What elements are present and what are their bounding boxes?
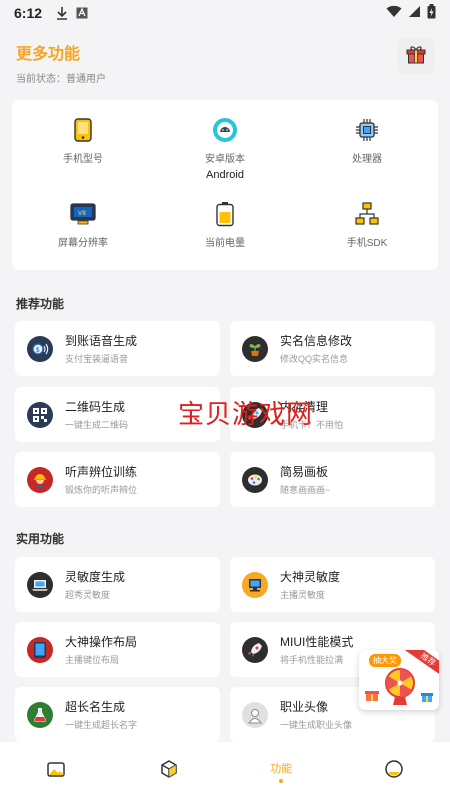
battery-icon	[211, 200, 239, 228]
home-icon	[46, 760, 66, 783]
feature-card-voice[interactable]: $ 到账语音生成 支付宝装逼语音	[15, 321, 220, 376]
device-info-card: 手机型号 安卓版本 Android 处理器 V8 屏幕分辨率 当前电量 手机SD…	[12, 100, 438, 270]
info-battery[interactable]: 当前电量	[154, 200, 296, 253]
feature-card-longname[interactable]: 超长名生成 一键生成超长名字	[15, 687, 220, 742]
sdk-icon	[353, 200, 381, 228]
feature-title: 大神操作布局	[65, 635, 138, 649]
tablet-icon	[27, 636, 53, 663]
prize-wheel-icon	[383, 666, 417, 710]
feature-desc: 一键生成二维码	[65, 420, 129, 430]
palette-icon	[242, 466, 268, 493]
monitor-user-icon	[242, 571, 268, 598]
feature-title: MIUI性能模式	[280, 635, 354, 649]
info-phone-model[interactable]: 手机型号	[12, 116, 154, 169]
feature-card-layout[interactable]: 大神操作布局 主播键位布局	[15, 622, 220, 677]
gift-icon	[405, 43, 427, 70]
feature-desc: 锻炼你的听声辨位	[65, 485, 138, 495]
feature-desc: 修改QQ实名信息	[280, 354, 349, 364]
info-value: Android	[206, 169, 244, 181]
notification-a-icon	[76, 7, 88, 19]
feature-desc: 主播灵敏度	[280, 590, 326, 600]
feature-desc: 支付宝装逼语音	[65, 354, 129, 364]
status-time: 6:12	[14, 5, 43, 21]
monitor-icon: V8	[69, 200, 97, 228]
page-title: 更多功能	[16, 46, 81, 63]
feature-card-hearing[interactable]: 听声辨位训练 锻炼你的听声辨位	[15, 452, 220, 507]
section-title-practical: 实用功能	[16, 532, 65, 546]
feature-title: 超长名生成	[65, 700, 126, 714]
profile-icon	[384, 759, 404, 784]
money-voice-icon: $	[27, 335, 53, 362]
gift-box-small-icon	[421, 690, 433, 708]
feature-desc: 随意画画画~	[280, 485, 331, 495]
status-bar: 6:12	[0, 0, 450, 26]
feature-title: 实名信息修改	[280, 334, 353, 348]
plant-icon	[242, 335, 268, 362]
lucky-draw-float-button[interactable]: 抽大奖 推荐	[359, 650, 439, 710]
bottom-navigation: 功能	[0, 742, 450, 800]
signal-icon	[408, 5, 421, 21]
flask-icon	[27, 701, 53, 728]
nav-tab-tools[interactable]	[113, 742, 226, 800]
avatar-icon	[242, 701, 268, 728]
cpu-icon	[353, 116, 381, 144]
nav-tab-home[interactable]	[0, 742, 113, 800]
qrcode-icon	[27, 401, 53, 428]
info-processor[interactable]: 处理器	[296, 116, 438, 169]
info-label: 屏幕分辨率	[58, 238, 108, 249]
worker-icon	[27, 466, 53, 493]
download-icon	[56, 6, 68, 20]
info-label: 当前电量	[205, 238, 245, 249]
info-label: 安卓版本	[205, 154, 245, 165]
rocket-icon	[242, 636, 268, 663]
wifi-icon	[386, 5, 402, 21]
laptop-icon	[27, 571, 53, 598]
info-label: 手机SDK	[346, 238, 388, 249]
active-indicator-dot	[279, 778, 284, 783]
feature-card-sensitivity[interactable]: 灵敏度生成 超秀灵敏度	[15, 557, 220, 612]
feature-title: 灵敏度生成	[65, 570, 126, 584]
feature-desc: 将手机性能拉满	[280, 655, 344, 665]
feature-title: 职业头像	[280, 700, 329, 714]
info-sdk[interactable]: 手机SDK	[296, 200, 438, 253]
info-label: 处理器	[352, 154, 382, 165]
feature-title: 简易画板	[280, 465, 329, 479]
feature-desc: 一键生成职业头像	[280, 720, 353, 730]
android-icon	[211, 116, 239, 144]
feature-title: 大神灵敏度	[280, 570, 341, 584]
nav-label-active: 功能	[270, 762, 293, 775]
section-title-recommended: 推荐功能	[16, 297, 65, 311]
nav-tab-features[interactable]: 功能	[225, 742, 338, 800]
page-header: 更多功能 当前状态：普通用户	[0, 26, 450, 88]
feature-desc: 超秀灵敏度	[65, 590, 111, 600]
gift-button[interactable]	[398, 38, 434, 74]
info-android-version[interactable]: 安卓版本 Android	[154, 116, 296, 181]
phone-icon	[69, 116, 97, 144]
gift-box-small-icon	[365, 688, 379, 707]
feature-card-realname[interactable]: 实名信息修改 修改QQ实名信息	[230, 321, 435, 376]
battery-status-icon	[427, 4, 436, 22]
svg-text:V8: V8	[78, 210, 86, 217]
feature-title: 到账语音生成	[65, 334, 138, 348]
nav-tab-profile[interactable]	[338, 742, 450, 800]
info-resolution[interactable]: V8 屏幕分辨率	[12, 200, 154, 253]
feature-desc: 一键生成超长名字	[65, 720, 138, 730]
feature-desc: 主播键位布局	[65, 655, 120, 665]
feature-title: 二维码生成	[65, 400, 126, 414]
info-label: 手机型号	[63, 154, 103, 165]
box-icon	[159, 759, 179, 784]
feature-card-drawing[interactable]: 简易画板 随意画画画~	[230, 452, 435, 507]
svg-text:$: $	[36, 346, 40, 354]
user-status-text: 当前状态：普通用户	[16, 74, 106, 85]
feature-title: 听声辨位训练	[65, 465, 138, 479]
feature-card-pro-sensitivity[interactable]: 大神灵敏度 主播灵敏度	[230, 557, 435, 612]
watermark-text: 宝贝游戏网	[178, 400, 314, 430]
